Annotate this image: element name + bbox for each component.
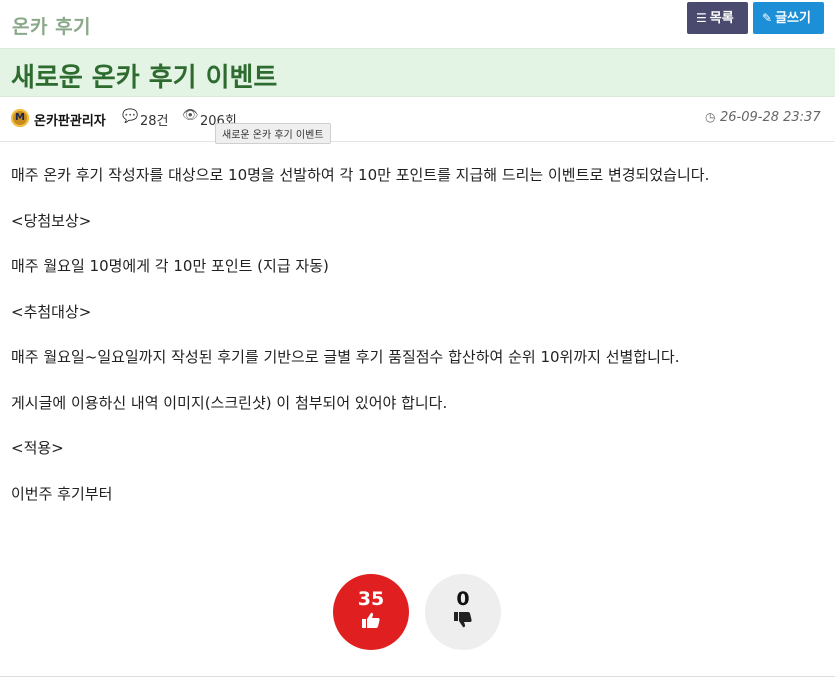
content-paragraph: 매주 월요일~일요일까지 작성된 후기를 기반으로 글별 후기 품질점수 합산하…	[11, 348, 680, 366]
post-title-bar: 새로운 온카 후기 이벤트	[0, 48, 835, 97]
eye-icon: 👁	[182, 108, 199, 123]
dislike-button[interactable]: 0	[425, 574, 501, 650]
pencil-icon: ✎	[762, 11, 773, 25]
board-name[interactable]: 온카 후기	[12, 12, 91, 39]
like-button[interactable]: 35	[333, 574, 409, 650]
board-header: 온카 후기 ☰ 목록 ✎ 글쓰기	[0, 0, 835, 48]
author-name[interactable]: 온카판관리자	[34, 110, 106, 129]
avatar[interactable]: M	[11, 109, 29, 127]
post-date: 26-09-28 23:37	[720, 110, 821, 125]
write-button-label: 글쓰기	[775, 11, 811, 26]
content-paragraph: <당첨보상>	[11, 211, 92, 230]
list-icon: ☰	[696, 11, 707, 25]
comment-count: 28건	[140, 114, 169, 129]
like-count: 35	[357, 588, 385, 610]
post-content: 매주 온카 후기 작성자를 대상으로 10명을 선발하여 각 10만 포인트를 …	[11, 165, 826, 529]
content-paragraph: 매주 온카 후기 작성자를 대상으로 10명을 선발하여 각 10만 포인트를 …	[11, 166, 710, 184]
clock-icon: ◷	[705, 110, 716, 124]
content-paragraph: 매주 월요일 10명에게 각 10만 포인트 (지급 자동)	[11, 257, 329, 275]
thumbs-up-icon	[362, 612, 380, 628]
dislike-count: 0	[456, 588, 470, 610]
post-meta: M 온카판관리자 💬 28건 👁 206회 새로운 온카 후기 이벤트 ◷ 26…	[0, 98, 835, 144]
content-paragraph: <추첨대상>	[11, 302, 92, 321]
comment-icon: 💬	[122, 109, 139, 124]
list-button-label: 목록	[709, 11, 734, 26]
content-paragraph: 이번주 후기부터	[11, 484, 113, 503]
post-title: 새로운 온카 후기 이벤트	[11, 63, 278, 93]
thumbs-down-icon	[454, 612, 472, 628]
divider	[0, 676, 835, 677]
title-tooltip: 새로운 온카 후기 이벤트	[215, 123, 331, 144]
write-button[interactable]: ✎ 글쓰기	[753, 2, 824, 34]
content-paragraph: <적용>	[11, 439, 64, 457]
list-button[interactable]: ☰ 목록	[687, 2, 748, 34]
content-paragraph: 게시글에 이용하신 내역 이미지(스크린샷) 이 첨부되어 있어야 합니다.	[11, 393, 448, 412]
